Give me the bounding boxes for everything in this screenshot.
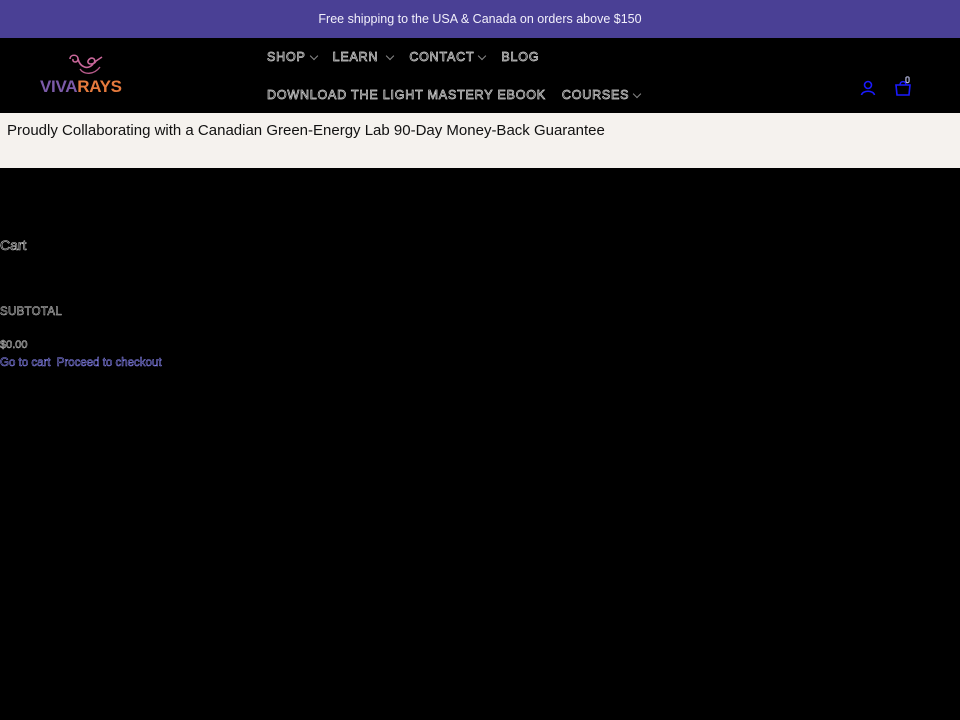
nav-item-label: COURSES [561, 88, 630, 103]
cart-count-badge: 0 [905, 75, 911, 86]
chevron-down-icon [478, 51, 487, 60]
brand-logo[interactable]: VIVARAYS [40, 53, 134, 99]
announcement-text: Free shipping to the USA & Canada on ord… [318, 12, 642, 26]
spiral-swirl-logo-icon [69, 54, 103, 74]
account-icon [860, 80, 876, 96]
brand-name-part1: VIVA [40, 77, 78, 96]
checkout-link[interactable]: Proceed to checkout [56, 357, 161, 370]
nav-item-label: LEARN [332, 50, 379, 65]
brand-name-part2: RAYS [77, 77, 122, 96]
promo-banner: Proudly Collaborating with a Canadian Gr… [0, 113, 960, 168]
main-nav-row-1: SHOP LEARN CONTACT BLOG [267, 48, 555, 66]
nav-item-ebook[interactable]: DOWNLOAD THE LIGHT MASTERY EBOOK [267, 88, 546, 103]
chevron-down-icon [633, 89, 642, 98]
nav-item-label: SHOP [267, 50, 306, 65]
nav-item-courses[interactable]: COURSES [561, 88, 642, 103]
go-to-cart-link[interactable]: Go to cart [0, 357, 51, 370]
chevron-down-icon [386, 51, 395, 60]
nav-item-learn[interactable]: LEARN [332, 50, 395, 65]
cart-actions: Go to cart Proceed to checkout [0, 357, 165, 370]
announcement-bar: Free shipping to the USA & Canada on ord… [0, 0, 960, 38]
chevron-down-icon [309, 51, 318, 60]
nav-item-label: DOWNLOAD THE LIGHT MASTERY EBOOK [267, 88, 546, 103]
nav-item-blog[interactable]: BLOG [501, 50, 540, 65]
nav-item-label: CONTACT [409, 50, 475, 65]
main-nav-row-2: DOWNLOAD THE LIGHT MASTERY EBOOK COURSES [267, 86, 656, 104]
site-header: VIVARAYS SHOP LEARN CONTACT BLOG DOWNLOA… [0, 38, 960, 113]
subtotal-label: SUBTOTAL [0, 306, 63, 319]
nav-item-shop[interactable]: SHOP [267, 50, 318, 65]
nav-item-label: BLOG [501, 50, 540, 65]
account-button[interactable] [858, 78, 878, 98]
nav-item-contact[interactable]: CONTACT [409, 50, 487, 65]
promo-text: Proudly Collaborating with a Canadian Gr… [7, 122, 605, 139]
brand-wordmark: VIVARAYS [40, 77, 122, 97]
subtotal-value: $0.00 [0, 339, 28, 352]
cart-title: Cart [0, 237, 27, 254]
